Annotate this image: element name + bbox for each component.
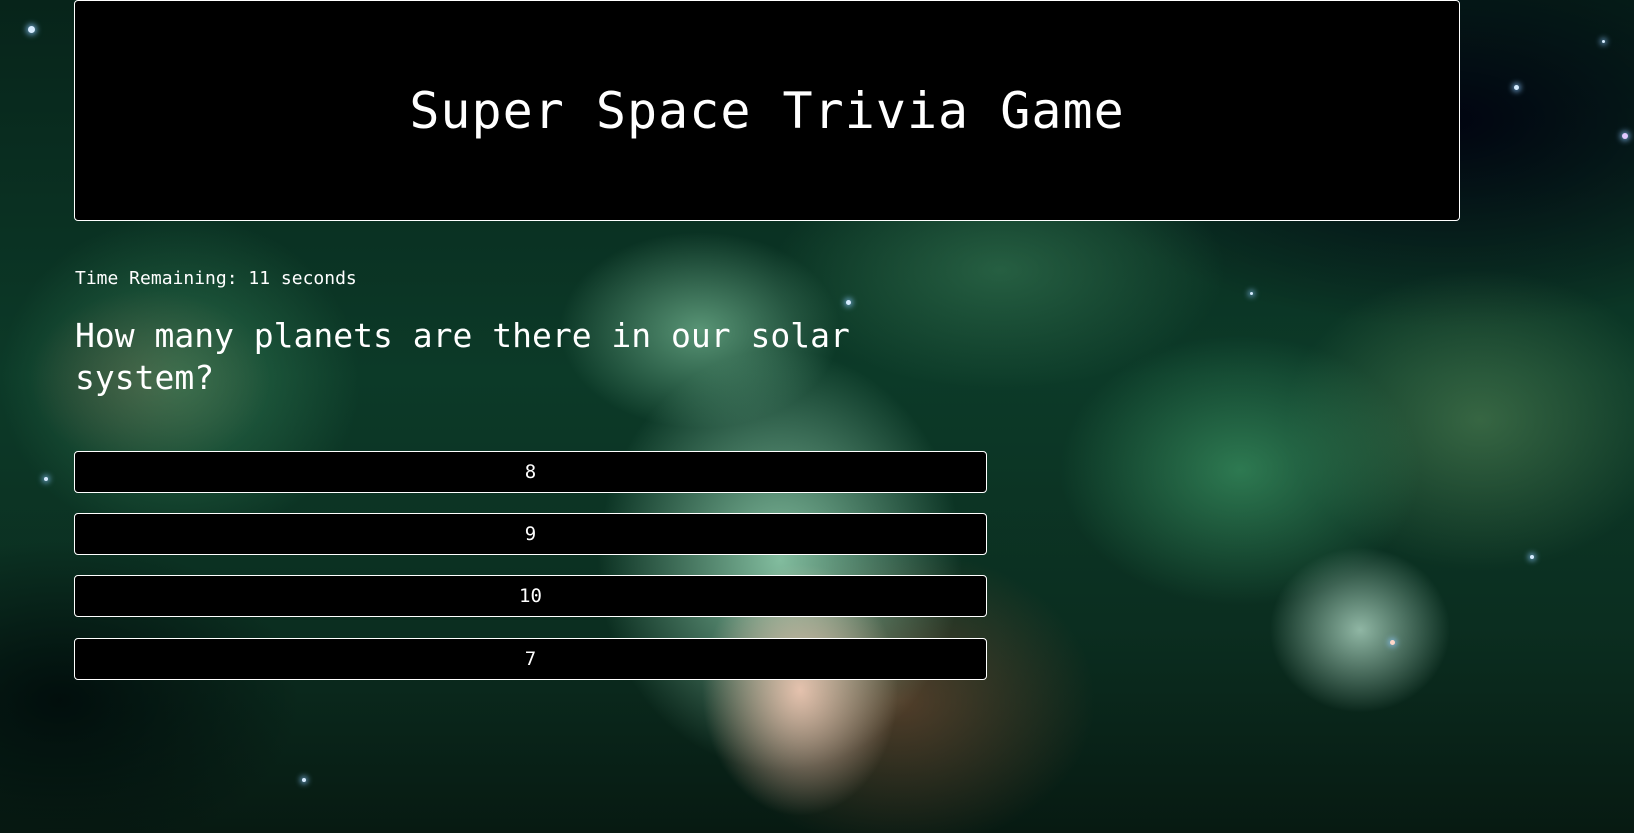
star bbox=[1602, 40, 1605, 43]
answer-button[interactable]: 7 bbox=[74, 638, 987, 680]
answer-button[interactable]: 9 bbox=[74, 513, 987, 555]
question-text: How many planets are there in our solar … bbox=[75, 316, 850, 397]
star bbox=[1622, 133, 1628, 139]
star bbox=[302, 778, 306, 782]
star bbox=[1514, 85, 1519, 90]
answer-button[interactable]: 8 bbox=[74, 451, 987, 493]
star bbox=[846, 300, 851, 305]
time-remaining: Time Remaining: 11 seconds bbox=[75, 268, 357, 289]
game-title: Super Space Trivia Game bbox=[409, 81, 1125, 140]
title-banner: Super Space Trivia Game bbox=[74, 0, 1460, 221]
star bbox=[1250, 292, 1253, 295]
star bbox=[1530, 555, 1534, 559]
star bbox=[1390, 640, 1395, 645]
star bbox=[28, 26, 35, 33]
answer-list: 8 9 10 7 bbox=[74, 451, 987, 700]
answer-button[interactable]: 10 bbox=[74, 575, 987, 617]
star bbox=[44, 477, 48, 481]
